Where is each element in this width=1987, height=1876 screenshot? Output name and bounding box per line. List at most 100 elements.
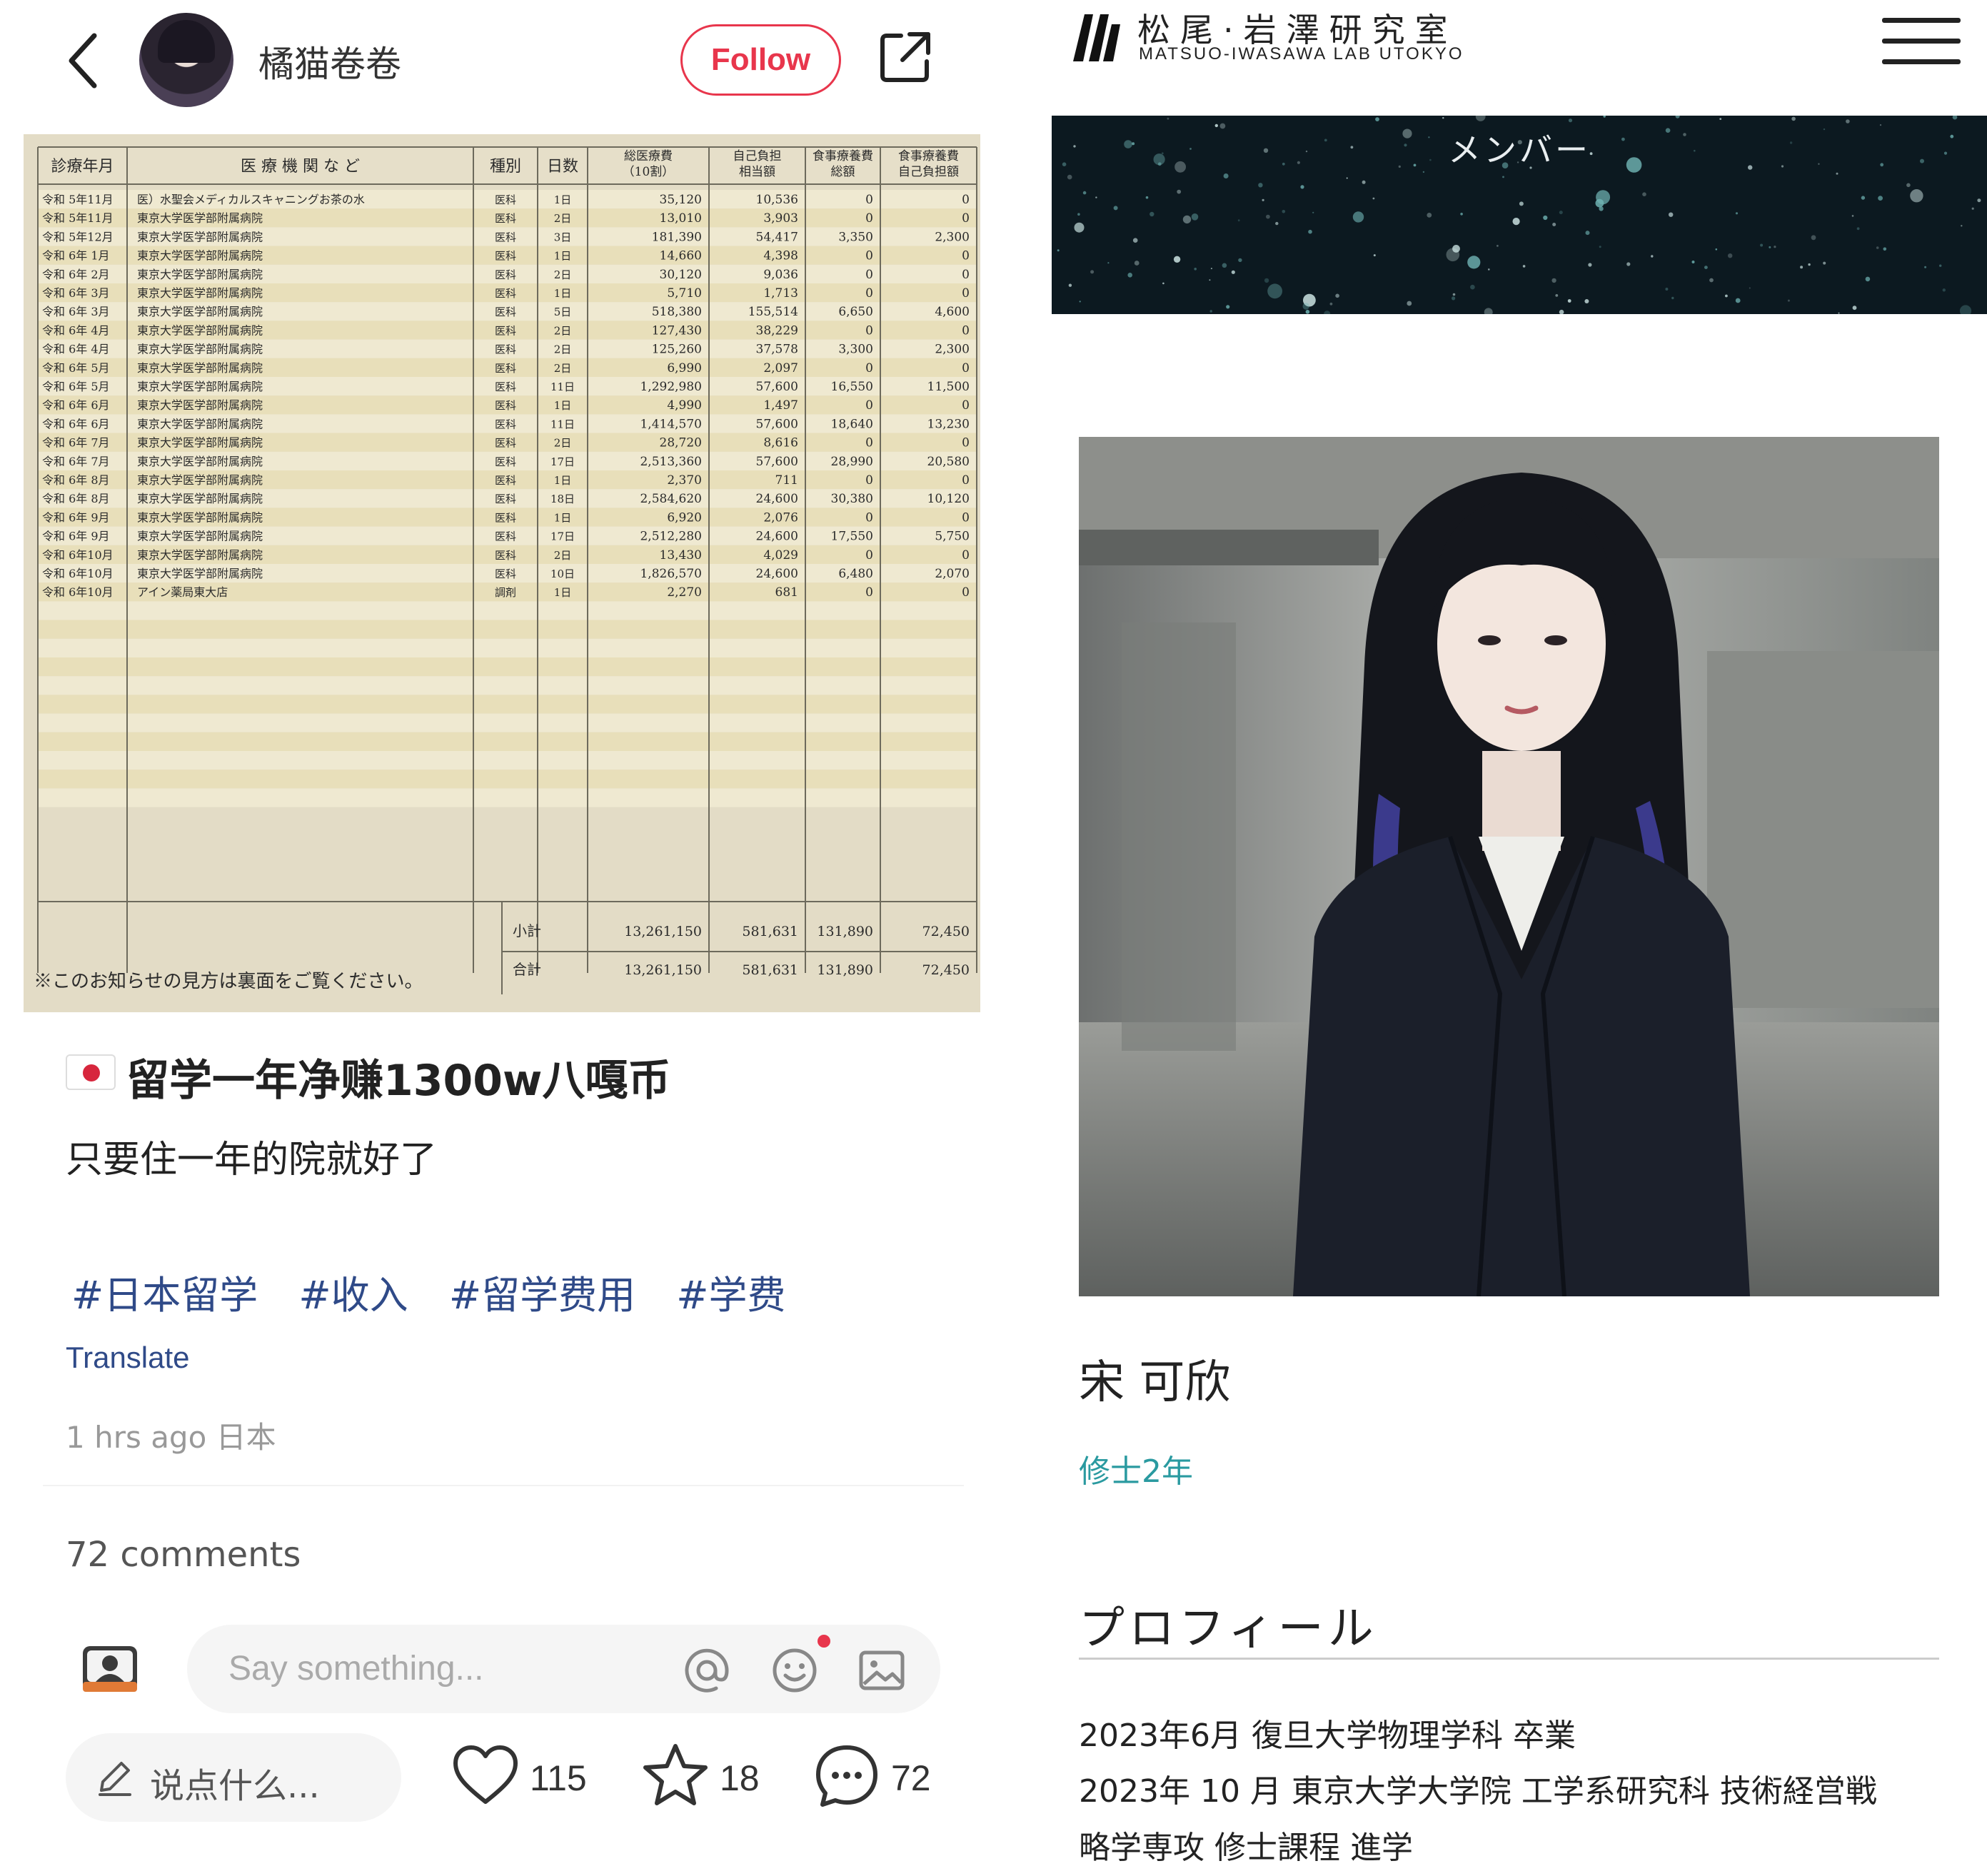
particle (1675, 116, 1680, 118)
row-institution: 東京大学医学部附属病院 (137, 286, 263, 300)
particle (1603, 116, 1606, 118)
row-copay: 155,514 (748, 305, 798, 319)
row-type: 医科 (495, 455, 516, 468)
emoji-icon[interactable] (770, 1645, 820, 1695)
row-type: 医科 (495, 549, 516, 562)
row-meal-total: 0 (865, 323, 873, 338)
row-institution: 東京大学医学部附属病院 (137, 530, 263, 543)
row-meal-total: 0 (865, 361, 873, 375)
sum-copay: 581,631 (742, 924, 798, 939)
row-total-cost: 2,584,620 (640, 492, 702, 506)
star-icon (643, 1744, 708, 1805)
mention-icon[interactable] (682, 1645, 732, 1695)
row-total-cost: 2,270 (667, 585, 702, 600)
particle (1883, 247, 1887, 251)
particle (1134, 261, 1140, 266)
user-avatar-icon[interactable] (80, 1642, 140, 1696)
translate-link[interactable]: Translate (66, 1341, 190, 1375)
particle (1182, 215, 1192, 224)
row-copay: 57,600 (756, 380, 798, 394)
particle (1808, 263, 1811, 266)
author-avatar[interactable] (139, 13, 233, 107)
particle (1555, 294, 1559, 297)
author-name[interactable]: 橘猫卷卷 (258, 36, 401, 87)
particle (1836, 172, 1838, 175)
particle (1352, 211, 1364, 223)
lab-logo-icon[interactable] (1072, 10, 1122, 63)
japan-flag-icon (66, 1054, 116, 1090)
row-total-cost: 2,512,280 (640, 530, 702, 544)
tag[interactable]: #学费 (676, 1273, 785, 1318)
particle (1852, 306, 1857, 311)
follow-button[interactable]: Follow (680, 24, 841, 96)
row-meal-total: 6,480 (838, 567, 873, 581)
row-type: 医科 (495, 324, 516, 337)
row-total-cost: 6,920 (667, 510, 702, 525)
particle (1346, 177, 1348, 179)
particle (1749, 287, 1751, 289)
row-meal-copay: 0 (962, 436, 970, 450)
table-header: 相当額 (739, 165, 775, 179)
comment-count: 72 (891, 1758, 931, 1798)
tag[interactable]: #日本留学 (71, 1273, 258, 1318)
table-header: 総医療費 (624, 149, 673, 163)
row-total-cost: 14,660 (660, 249, 702, 263)
particle (1512, 218, 1520, 226)
profile-heading: プロフィール (1079, 1603, 1378, 1655)
particle (1585, 231, 1590, 236)
image-icon[interactable] (857, 1645, 907, 1695)
comment-button[interactable]: 72 (813, 1742, 941, 1813)
particle (1407, 301, 1412, 306)
lab-name-en[interactable]: MATSUO-IWASAWA LAB UTOKYO (1139, 44, 1464, 64)
row-meal-total: 0 (865, 211, 873, 226)
row-meal-total: 0 (865, 473, 873, 488)
row-total-cost: 30,120 (660, 268, 702, 282)
sum-meal-copay: 72,450 (922, 924, 970, 939)
particle (1452, 296, 1456, 301)
particle (1267, 283, 1282, 299)
row-total-cost: 13,430 (660, 548, 702, 563)
row-meal-copay: 0 (962, 548, 970, 563)
row-meal-total: 0 (865, 510, 873, 525)
write-placeholder: 说点什么... (150, 1766, 320, 1806)
row-type: 医科 (495, 287, 516, 300)
row-date: 令和 6年10月 (42, 567, 114, 580)
like-button[interactable]: 115 (451, 1742, 601, 1813)
row-days: 5日 (554, 306, 572, 318)
particle (1191, 213, 1199, 221)
particle (1728, 253, 1733, 258)
back-arrow-icon[interactable] (64, 29, 107, 93)
star-button[interactable]: 18 (641, 1742, 770, 1813)
particle (1209, 310, 1212, 313)
row-total-cost: 4,990 (667, 398, 702, 413)
row-institution: 東京大学医学部附属病院 (137, 380, 263, 393)
particle (1452, 293, 1456, 296)
particle (1264, 278, 1269, 283)
particle (1642, 192, 1646, 196)
tag[interactable]: #收入 (298, 1273, 408, 1318)
table-header: 種別 (490, 158, 521, 176)
particle (1584, 299, 1589, 303)
row-institution: 東京大学医学部附属病院 (137, 436, 263, 450)
share-icon[interactable] (877, 29, 934, 86)
particle (1302, 303, 1309, 310)
hamburger-menu-icon[interactable] (1882, 18, 1961, 65)
particle (1595, 198, 1604, 208)
row-meal-total: 16,550 (831, 380, 873, 394)
row-type: 医科 (495, 474, 516, 487)
row-copay: 9,036 (763, 268, 798, 282)
particle (1787, 299, 1790, 302)
particle (1107, 262, 1110, 264)
tag[interactable]: #留学费用 (449, 1273, 635, 1318)
particle (1209, 279, 1211, 281)
row-days: 11日 (550, 418, 575, 430)
row-date: 令和 6年 9月 (42, 510, 110, 524)
medical-bill-photo[interactable]: 診療年月 医 療 機 関 な ど 種別 日数 総医療費 （10割） 自己負担 相当額 食事療養費… (24, 134, 980, 1012)
particle (1651, 255, 1654, 258)
row-date: 令和 6年 8月 (42, 473, 110, 487)
particle (1090, 270, 1095, 274)
row-type: 医科 (495, 362, 516, 375)
table-footnote: ※このお知らせの見方は裏面をご覧ください。 (34, 971, 423, 992)
table-header: 食事療養費 (898, 149, 959, 163)
particle (1484, 308, 1493, 314)
